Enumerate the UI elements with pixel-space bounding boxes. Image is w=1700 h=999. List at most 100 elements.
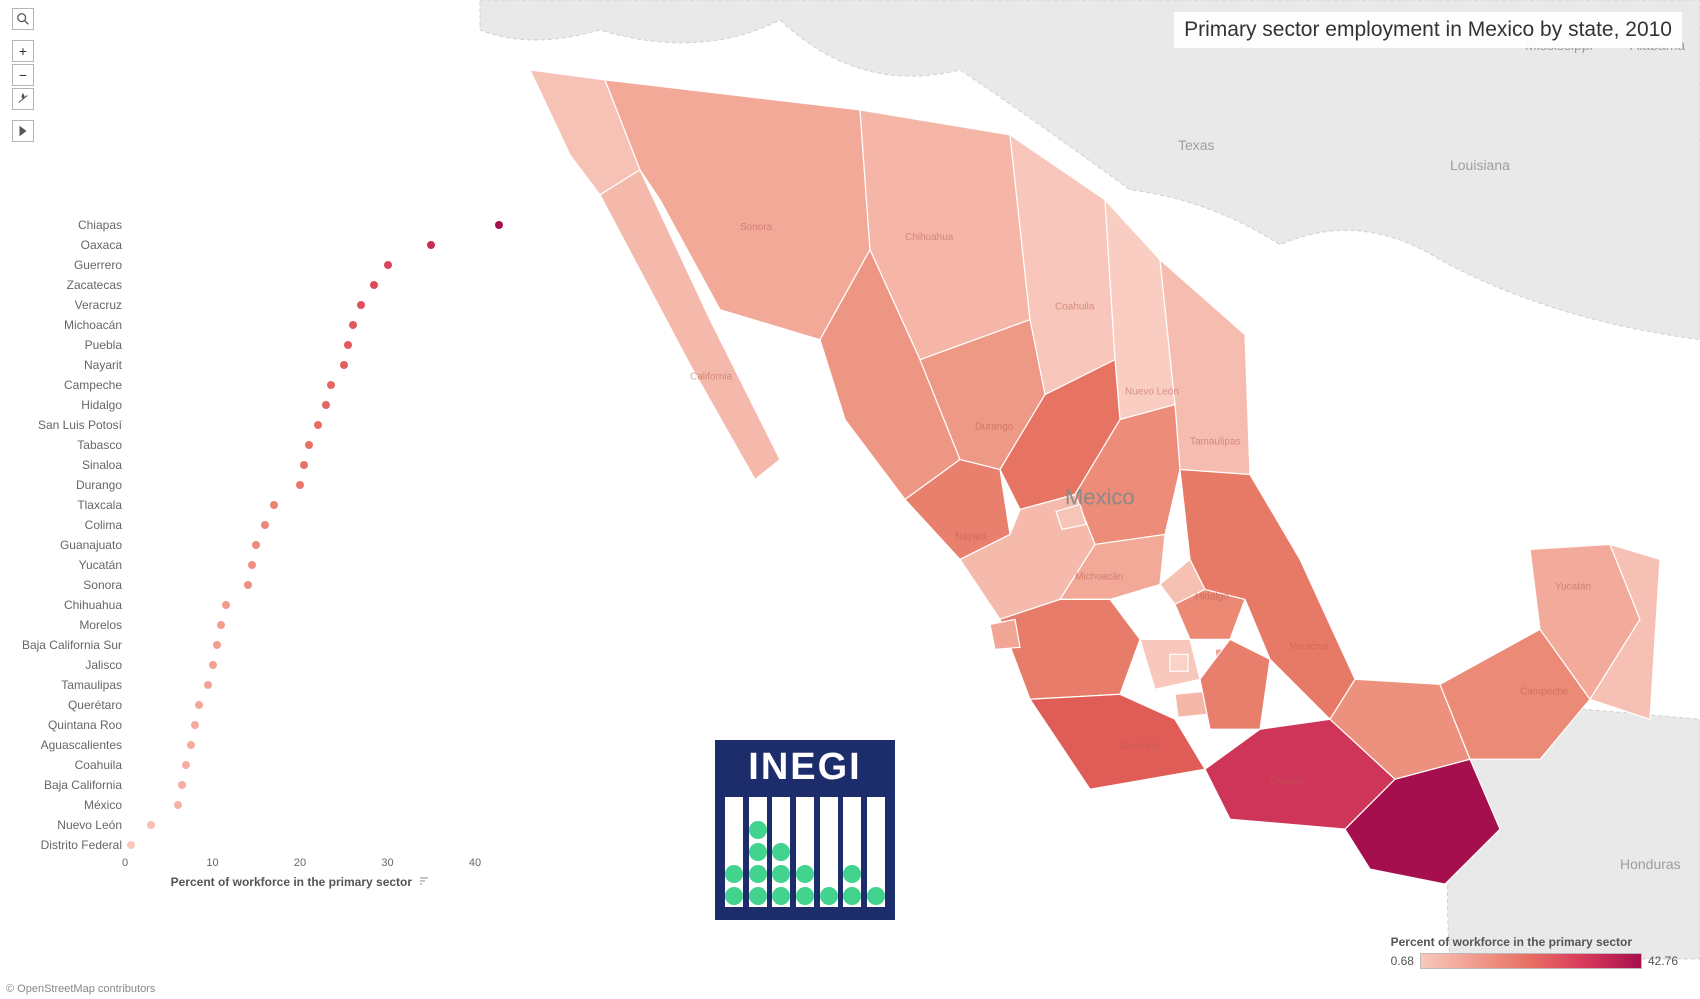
dot-row[interactable]: Durango [0,475,480,495]
dot-row[interactable]: Puebla [0,335,480,355]
state-distrito-federal[interactable] [1170,654,1188,671]
dot-row[interactable]: Yucatán [0,555,480,575]
label-louisiana: Louisiana [1450,157,1510,173]
state-puebla[interactable] [1200,639,1270,729]
axis-title-text: Percent of workforce in the primary sect… [171,875,412,889]
dot-row[interactable]: Sonora [0,575,480,595]
dot-row[interactable]: Veracruz [0,295,480,315]
axis-tick: 30 [381,857,393,869]
data-point[interactable] [296,481,304,489]
state-label: Chihuahua [64,598,122,612]
data-point[interactable] [209,661,217,669]
state-label: Sonora [740,222,773,233]
state-label: Chihuahua [905,232,954,243]
state-label: Zacatecas [67,278,122,292]
label-texas: Texas [1178,137,1215,153]
data-point[interactable] [327,381,335,389]
state-label: Oaxaca [1270,776,1305,787]
state-label: Tamaulipas [61,678,122,692]
dot-row[interactable]: San Luis Potosí [0,415,480,435]
state-label: San Luis Potosí [38,418,122,432]
data-point[interactable] [222,601,230,609]
dot-row[interactable]: Coahuila [0,755,480,775]
data-point[interactable] [427,241,435,249]
dot-row[interactable]: Distrito Federal [0,835,480,855]
zoom-in-button[interactable]: + [12,40,34,62]
dot-row[interactable]: México [0,795,480,815]
dot-row[interactable]: Zacatecas [0,275,480,295]
dot-row[interactable]: Nuevo León [0,815,480,835]
data-point[interactable] [187,741,195,749]
data-point[interactable] [174,801,182,809]
data-point[interactable] [217,621,225,629]
data-point[interactable] [182,761,190,769]
data-point[interactable] [322,401,330,409]
dot-row[interactable]: Chiapas [0,215,480,235]
dot-row[interactable]: Morelos [0,615,480,635]
page-title: Primary sector employment in Mexico by s… [1174,12,1682,48]
data-point[interactable] [248,561,256,569]
dot-row[interactable]: Querétaro [0,695,480,715]
state-colima[interactable] [990,619,1020,649]
data-point[interactable] [147,821,155,829]
state-michoacan[interactable] [1000,599,1140,699]
dot-row[interactable]: Guerrero [0,255,480,275]
data-point[interactable] [314,421,322,429]
data-point[interactable] [244,581,252,589]
search-button[interactable] [12,8,34,30]
data-point[interactable] [305,441,313,449]
state-label: Tlaxcala [77,498,122,512]
data-point[interactable] [370,281,378,289]
data-point[interactable] [178,781,186,789]
dot-row[interactable]: Hidalgo [0,395,480,415]
state-label: Guerrero [1120,741,1160,752]
dot-plot-rows: ChiapasOaxacaGuerrero Zacatecas VeracruzMi… [0,215,480,855]
dot-row[interactable]: Campeche [0,375,480,395]
data-point[interactable] [204,681,212,689]
state-label: Hidalgo [81,398,122,412]
dot-row[interactable]: Tamaulipas [0,675,480,695]
axis-tick: 40 [469,857,481,869]
data-point[interactable] [195,701,203,709]
dot-row[interactable]: Chihuahua [0,595,480,615]
state-label: Campeche [1520,686,1569,697]
dot-row[interactable]: Aguascalientes [0,735,480,755]
dot-plot-axis: 010203040 Percent of workforce in the pr… [125,855,475,871]
data-point[interactable] [300,461,308,469]
data-point[interactable] [340,361,348,369]
data-point[interactable] [261,521,269,529]
dot-row[interactable]: Tabasco [0,435,480,455]
dot-row[interactable]: Michoacán [0,315,480,335]
data-point[interactable] [344,341,352,349]
color-legend: Percent of workforce in the primary sect… [1391,935,1678,969]
axis-tick: 20 [294,857,306,869]
data-point[interactable] [191,721,199,729]
dot-row[interactable]: Guanajuato [0,535,480,555]
data-point[interactable] [349,321,357,329]
sort-desc-icon[interactable] [419,876,429,889]
dot-plot: ChiapasOaxacaGuerrero Zacatecas VeracruzMi… [0,215,480,915]
search-icon [16,12,30,26]
dot-row[interactable]: Sinaloa [0,455,480,475]
play-button[interactable] [12,120,34,142]
dot-row[interactable]: Quintana Roo [0,715,480,735]
state-label: Durango [76,478,122,492]
dot-row[interactable]: Tlaxcala [0,495,480,515]
data-point[interactable] [357,301,365,309]
data-point[interactable] [127,841,135,849]
dot-row[interactable]: Oaxaca [0,235,480,255]
label-honduras: Honduras [1620,856,1681,872]
state-label: Baja California Sur [22,638,122,652]
zoom-out-button[interactable]: − [12,64,34,86]
data-point[interactable] [384,261,392,269]
reset-pin-button[interactable] [12,88,34,110]
data-point[interactable] [270,501,278,509]
dot-row[interactable]: Jalisco [0,655,480,675]
data-point[interactable] [252,541,260,549]
data-point[interactable] [213,641,221,649]
dot-row[interactable]: Baja California [0,775,480,795]
state-label: Baja California [44,778,122,792]
dot-row[interactable]: Nayarit [0,355,480,375]
dot-row[interactable]: Colima [0,515,480,535]
dot-row[interactable]: Baja California Sur [0,635,480,655]
